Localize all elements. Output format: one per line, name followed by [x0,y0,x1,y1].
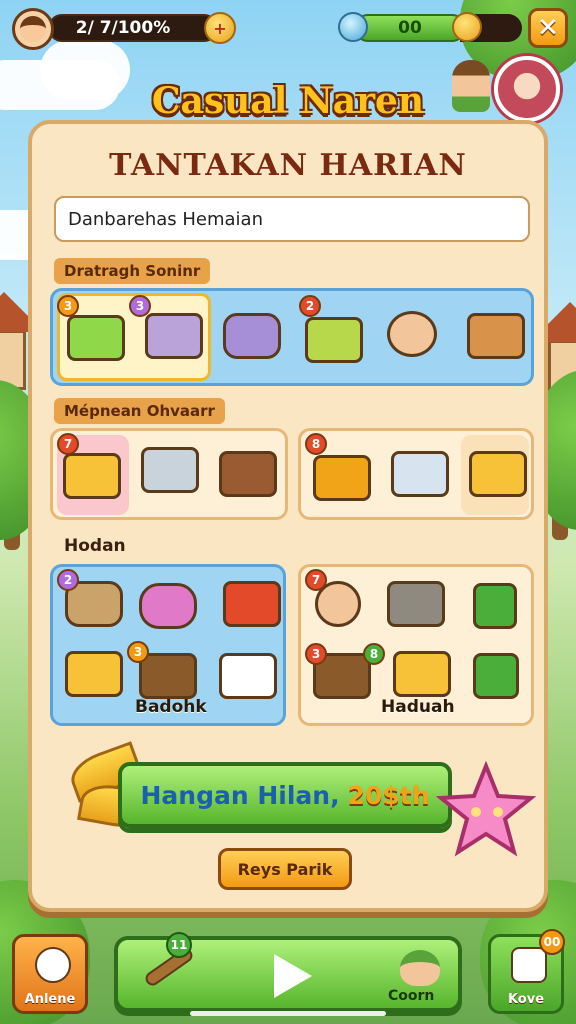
red-tag-icon[interactable] [223,581,281,627]
home-indicator [190,1011,386,1016]
item-badge: 3 [127,641,149,663]
redeem-label: Reys Parik [237,859,333,879]
item-badge: 2 [57,569,79,591]
elf-character-icon[interactable] [387,311,437,357]
reward-amount: 20$th [347,780,430,810]
item-box-left: 2 3 Badohk [50,564,286,726]
section-label-third: Hodan [64,536,126,556]
item-row-second-left: 7 [50,428,288,520]
toaster-icon[interactable] [145,313,203,359]
redeem-button[interactable]: Reys Parik [218,848,352,890]
add-energy-button[interactable]: + [204,12,236,44]
avatar-face-icon [20,16,46,42]
white-box-icon[interactable] [219,653,277,699]
green-crate-icon[interactable] [67,315,125,361]
box-caption-right: Haduah [381,697,455,717]
close-button[interactable]: ✕ [528,8,568,48]
item-box-right: 7 3 8 Haduah [298,564,534,726]
stone-chest-icon[interactable] [387,581,445,627]
yellow-bag-icon[interactable] [63,453,121,499]
tools-badge: 00 [539,929,565,955]
item-row-second-right: 8 [298,428,534,520]
gem-icon [338,12,368,42]
treasure-cart-icon[interactable] [65,651,123,697]
reward-button[interactable]: Hangan Hilan, 20$th [118,762,452,828]
chest-icon[interactable] [467,313,525,359]
pencil-case-icon[interactable] [305,317,363,363]
drawer-icon[interactable] [219,451,277,497]
item-badge: 3 [305,643,327,665]
energy-bar: 2/ 7/100% [48,14,218,42]
item-badge: 8 [305,433,327,455]
coin-icon[interactable] [452,12,482,42]
green-ticket-icon[interactable] [473,583,517,629]
top-bar: 2/ 7/100% + 00 ✕ [8,6,568,50]
gold-crate-icon[interactable] [393,651,451,697]
pet-icon [35,947,71,983]
lock-machine-icon[interactable] [391,451,449,497]
item-badge: 3 [57,295,79,317]
box-caption-left: Badohk [135,697,207,717]
pink-sled-icon[interactable] [139,583,197,629]
item-badge: 7 [57,433,79,455]
panel-title: TANTAKAN HARIAN [109,148,467,183]
item-badge: 3 [129,295,151,317]
item-badge: 8 [363,643,385,665]
cabinet-icon[interactable] [141,447,199,493]
item-badge: 2 [299,295,321,317]
orange-bag-icon[interactable] [313,455,371,501]
tools-menu-label: Kove [507,992,545,1007]
search-field[interactable]: Danbarehas Hemaian [54,196,530,242]
energy-text: 2/ 7/100% [75,18,171,38]
green-gift-icon[interactable] [473,653,519,699]
pink-star-icon [436,760,536,857]
reward-label: Hangan Hilan, [140,780,340,810]
tools-menu-button[interactable]: 00 Kove [488,929,565,1014]
bottom-bar: Anlene 11 Coorn 00 Kove [0,929,576,1024]
play-button[interactable]: 11 Coorn [114,932,462,1012]
tools-icon [511,947,547,983]
gold-box-icon[interactable] [469,451,527,497]
section-label-first: Dratragh Soninr [54,258,211,284]
section-label-second: Mépnean Ohvaarr [54,398,225,424]
item-row-first: 3 3 2 [50,288,534,386]
search-value: Danbarehas Hemaian [68,208,263,230]
pet-menu-button[interactable]: Anlene [12,934,88,1014]
game-title: Casual Naren [151,80,425,122]
pet-menu-label: Anlene [24,992,76,1007]
play-label: Coorn [388,988,435,1004]
close-icon: ✕ [537,13,559,43]
plus-icon: + [213,18,227,38]
bench-icon[interactable] [139,653,197,699]
play-badge: 11 [166,932,192,958]
van-icon[interactable] [223,313,281,359]
item-badge: 7 [305,569,327,591]
money-bar: 00 [354,14,466,42]
money-text: 00 [398,18,422,38]
play-icon [274,954,312,998]
player-avatar[interactable] [12,8,54,50]
character-icon [400,950,440,986]
